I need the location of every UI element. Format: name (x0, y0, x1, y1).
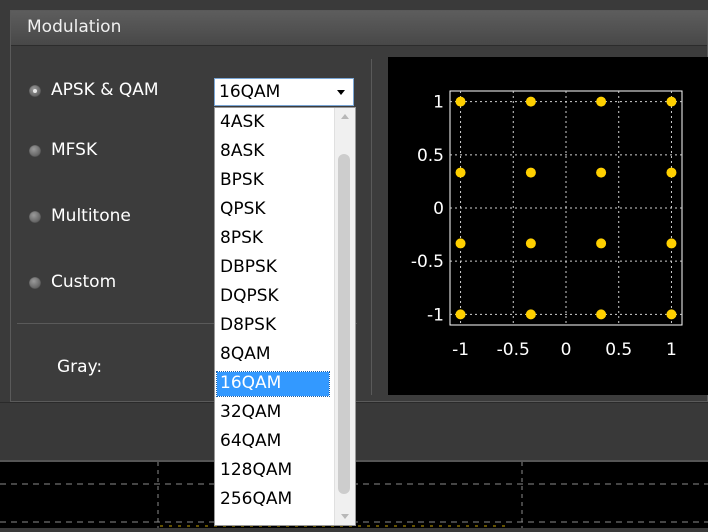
constellation-point (525, 167, 536, 178)
x-tick-label: -1 (452, 340, 469, 360)
select-value: 16QAM (219, 82, 281, 102)
radio-button-icon[interactable] (29, 145, 41, 157)
dropdown-option[interactable]: 256QAM (217, 488, 329, 512)
constellation-point (596, 167, 607, 178)
radio-label: Custom (51, 272, 117, 292)
constellation-point (455, 96, 466, 107)
dropdown-option[interactable]: 64QAM (217, 430, 329, 454)
dropdown-option[interactable]: DQPSK (217, 285, 329, 309)
constellation-point (525, 96, 536, 107)
constellation-point (455, 238, 466, 249)
radio-label: APSK & QAM (51, 80, 159, 100)
x-tick-label: -0.5 (497, 340, 530, 360)
chevron-down-icon[interactable] (337, 90, 345, 95)
panel-header: Modulation (11, 11, 707, 46)
x-tick-label: 0.5 (605, 340, 632, 360)
gray-label: Gray: (57, 357, 103, 377)
radio-label: MFSK (51, 140, 98, 160)
constellation-point (666, 238, 677, 249)
modulation-type-dropdown[interactable]: 4ASK 8ASK BPSK QPSK 8PSK DBPSK DQPSK D8PSK 8QAM 1… (214, 107, 356, 526)
constellation-point (525, 309, 536, 320)
dropdown-option[interactable]: 16QAM (216, 371, 330, 397)
dropdown-option[interactable]: D8PSK (217, 314, 329, 338)
scroll-thumb[interactable] (338, 154, 350, 494)
radio-button-icon[interactable] (29, 277, 41, 289)
constellation-point (666, 96, 677, 107)
constellation-point (455, 167, 466, 178)
y-tick-label: -0.5 (411, 252, 444, 272)
dropdown-option[interactable]: 128QAM (217, 459, 329, 483)
panel-title: Modulation (27, 17, 122, 37)
radio-button-icon[interactable] (29, 211, 41, 223)
dropdown-option[interactable]: BPSK (217, 169, 329, 193)
scroll-up-arrow-icon[interactable] (341, 114, 349, 119)
constellation-point (596, 309, 607, 320)
y-tick-label: 1 (433, 93, 444, 113)
dropdown-option[interactable]: QPSK (217, 198, 329, 222)
dropdown-option[interactable]: 8PSK (217, 227, 329, 251)
constellation-point (525, 238, 536, 249)
scroll-down-arrow-icon[interactable] (341, 514, 349, 519)
dropdown-option[interactable]: DBPSK (217, 256, 329, 280)
constellation-point (596, 238, 607, 249)
constellation-point (666, 167, 677, 178)
dropdown-option[interactable]: 32QAM (217, 401, 329, 425)
scrollbar[interactable] (334, 108, 355, 525)
x-tick-label: 1 (666, 340, 677, 360)
y-tick-label: 0.5 (417, 146, 444, 166)
dropdown-option[interactable]: 4ASK (217, 111, 329, 135)
modulation-type-select[interactable]: 16QAM (214, 78, 354, 106)
dropdown-option[interactable]: 8ASK (217, 140, 329, 164)
constellation-chart: 1 0.5 0 -0.5 -1 -1 -0.5 0 0.5 1 (411, 90, 683, 360)
constellation-point (596, 96, 607, 107)
constellation-point (666, 309, 677, 320)
radio-button-icon[interactable] (29, 85, 41, 97)
y-tick-label: 0 (433, 199, 444, 219)
constellation-point (455, 309, 466, 320)
constellation-plot: 1 0.5 0 -0.5 -1 -1 -0.5 0 0.5 1 (388, 57, 708, 395)
dropdown-option[interactable]: 8QAM (217, 343, 329, 367)
y-tick-label: -1 (427, 305, 444, 325)
radio-label: Multitone (51, 206, 131, 226)
divider (371, 59, 372, 395)
x-tick-label: 0 (561, 340, 572, 360)
